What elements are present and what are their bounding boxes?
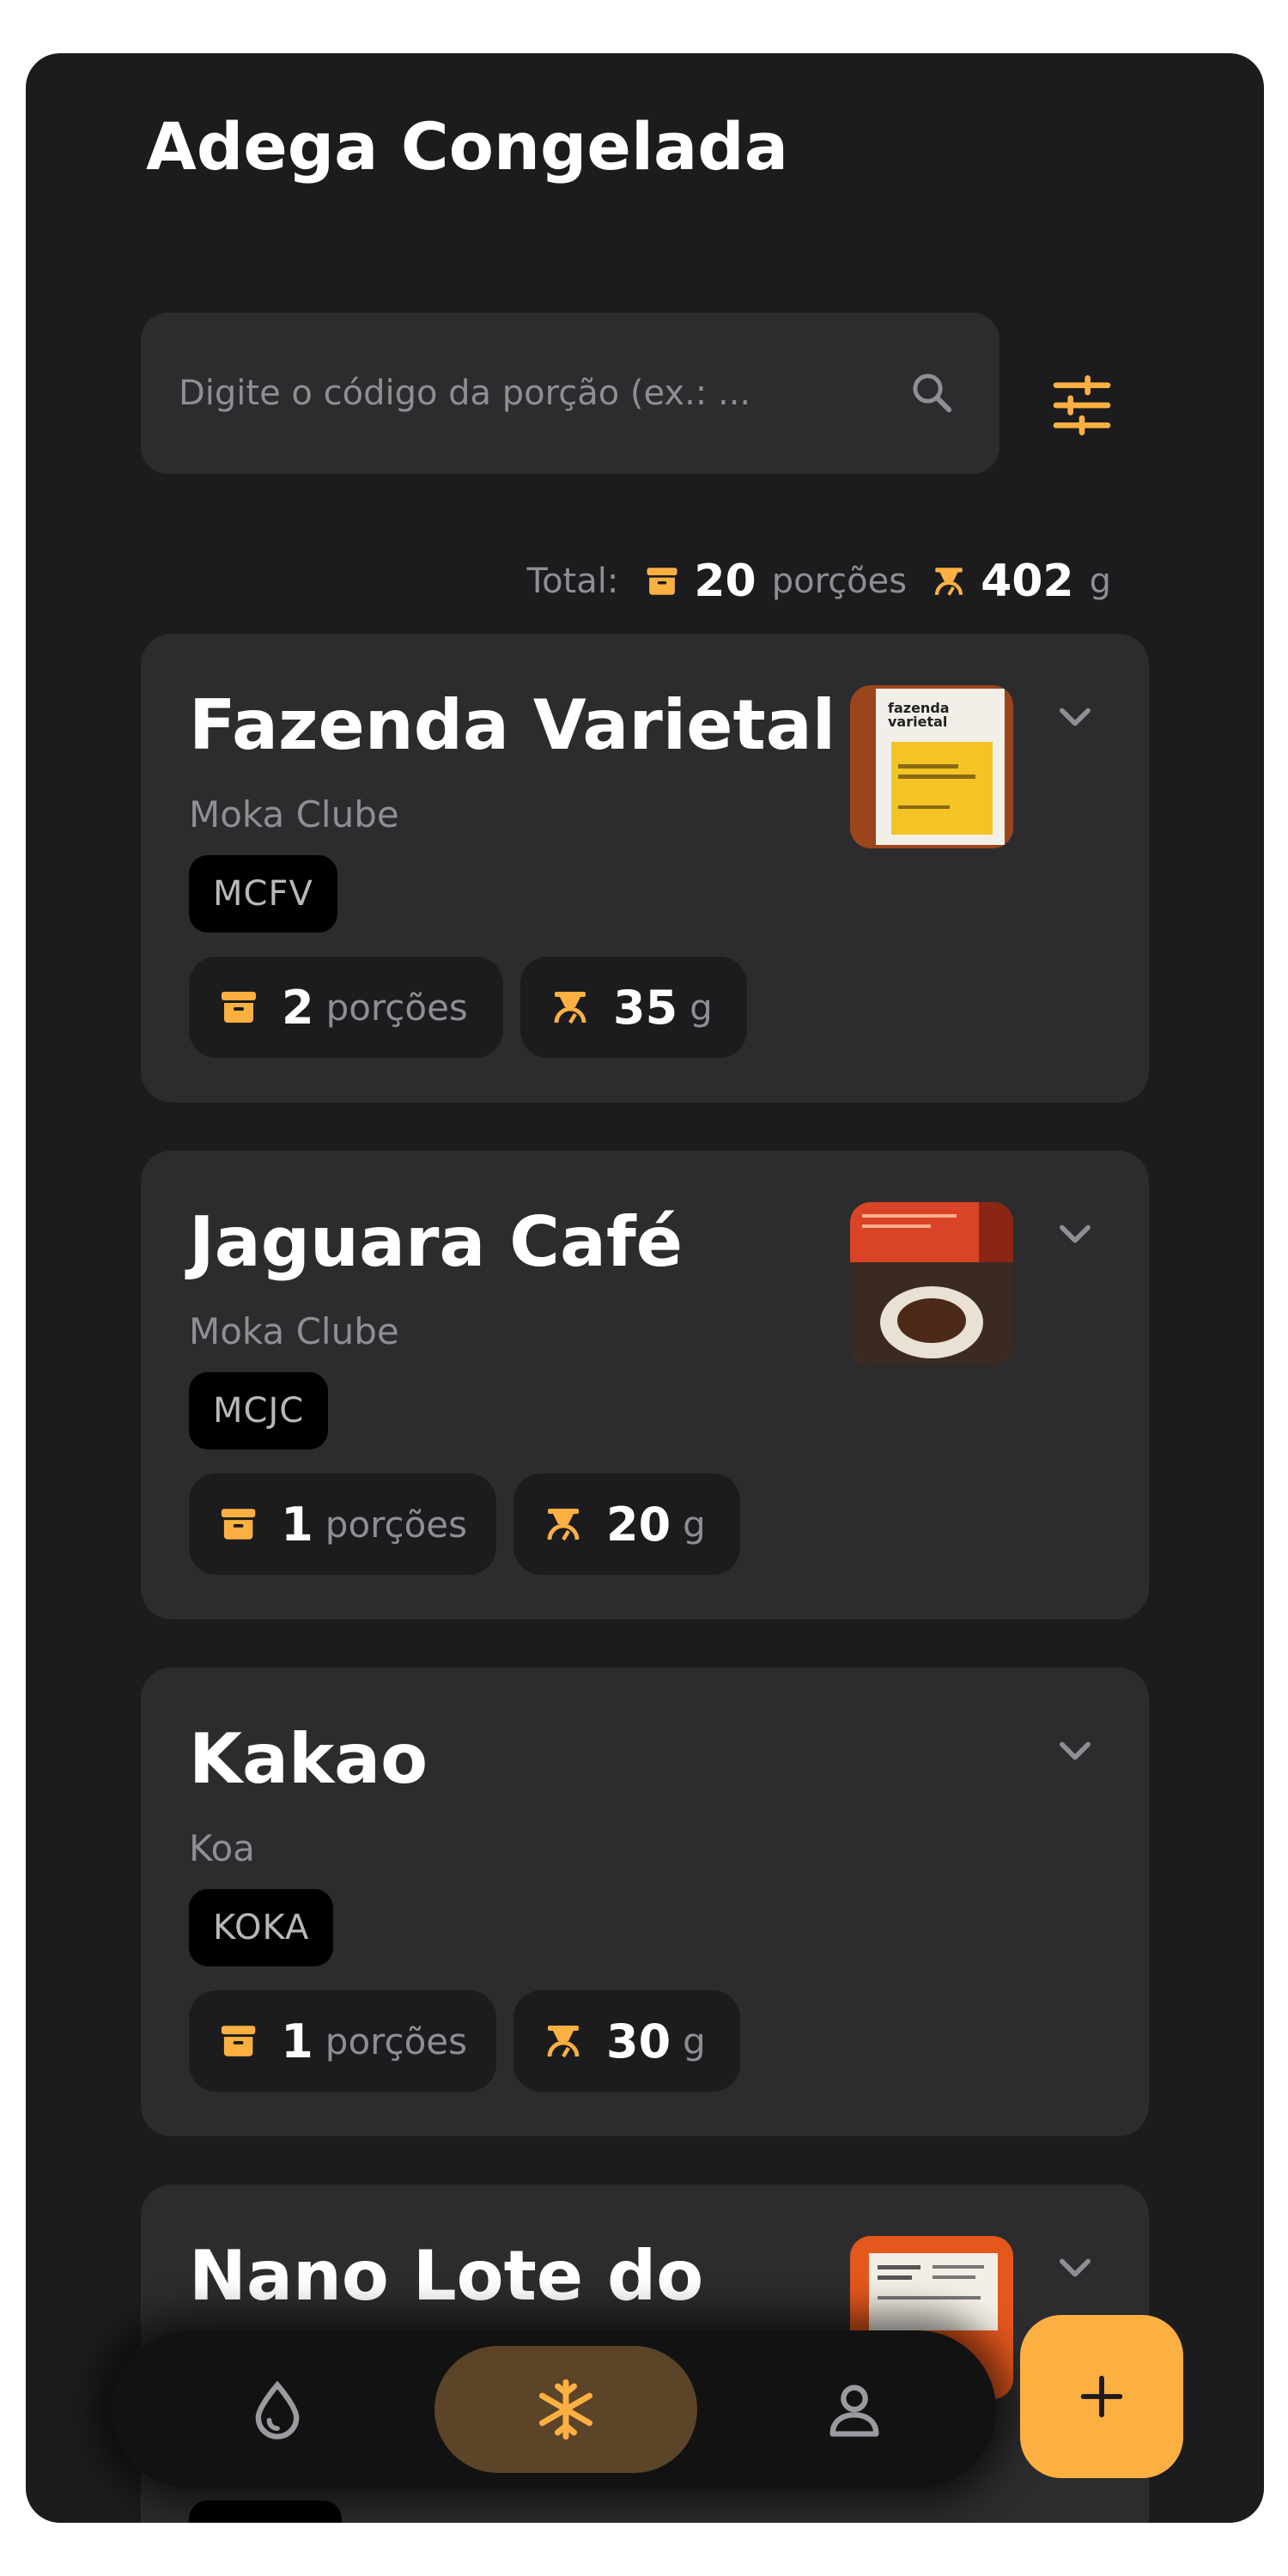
- portions-count: 1: [281, 2014, 313, 2069]
- search-bar[interactable]: [141, 313, 999, 474]
- grams-unit: g: [683, 1503, 706, 1546]
- chevron-down-icon[interactable]: [1053, 2245, 1097, 2289]
- total-grams: 402: [981, 556, 1074, 607]
- coffee-name: Fazenda Varietal: [189, 685, 836, 765]
- portions-unit: porções: [325, 2020, 467, 2063]
- grams-unit: g: [683, 2020, 706, 2063]
- grams-count: 20: [606, 1497, 671, 1552]
- nav-item-profile[interactable]: [723, 2346, 986, 2473]
- portions-unit: porções: [325, 1503, 467, 1546]
- grams-unit: g: [690, 986, 713, 1029]
- portion-code: MCFV: [189, 855, 337, 933]
- page-title: Adega Congelada: [146, 108, 788, 185]
- filter-sliders-icon[interactable]: [1048, 371, 1116, 440]
- portions-pill: 1 porções: [189, 1990, 496, 2092]
- bag-label-line2: varietal: [888, 714, 947, 730]
- bottom-nav: [112, 2330, 996, 2488]
- coffee-bag-photo: fazenda varietal: [850, 685, 1013, 848]
- roaster-name: Moka Clube: [189, 793, 399, 835]
- portions-unit: porções: [325, 986, 468, 1029]
- scale-icon: [554, 992, 586, 1024]
- portion-code: MCJC: [189, 1372, 329, 1449]
- portions-pill: 2 porções: [189, 957, 503, 1058]
- search-input[interactable]: [177, 373, 884, 414]
- roaster-name: Moka Clube: [189, 1310, 399, 1352]
- chevron-down-icon[interactable]: [1053, 1728, 1097, 1772]
- total-portions-unit: porções: [771, 562, 908, 601]
- portions-pill: 1 porções: [189, 1473, 496, 1575]
- coffee-card[interactable]: Kakao Koa KOKA 1 porções 30 g: [141, 1668, 1149, 2136]
- nav-item-drop[interactable]: [146, 2346, 409, 2473]
- archive-box-icon: [222, 992, 256, 1023]
- scale-icon: [547, 2026, 580, 2058]
- portions-count: 2: [282, 980, 314, 1035]
- chevron-down-icon[interactable]: [1053, 694, 1097, 738]
- nav-item-freezer[interactable]: [434, 2346, 697, 2473]
- portion-code: [189, 2500, 342, 2523]
- app-screen: Adega Congelada Total: 20 porções 402: [26, 53, 1264, 2523]
- coffee-card[interactable]: Jaguara Café Moka Clube MCJC 1 porções 2…: [141, 1151, 1149, 1619]
- coffee-name: Kakao: [189, 1719, 428, 1799]
- grams-count: 30: [606, 2014, 671, 2069]
- snowflake-icon: [538, 2379, 593, 2440]
- coffee-name: Nano Lote do: [189, 2236, 704, 2316]
- scale-icon: [934, 568, 963, 596]
- grams-count: 35: [613, 980, 678, 1035]
- plus-icon: [1080, 2375, 1123, 2418]
- grams-pill: 20 g: [513, 1473, 740, 1575]
- coffee-card[interactable]: Fazenda Varietal Moka Clube MCFV 2 porçõ…: [141, 634, 1149, 1103]
- scale-icon: [547, 1509, 580, 1541]
- coffee-bag-photo: [850, 1202, 1013, 1365]
- person-icon: [829, 2385, 879, 2437]
- portion-code: KOKA: [189, 1889, 334, 1966]
- chevron-down-icon[interactable]: [1053, 1211, 1097, 1255]
- add-portion-button[interactable]: [1020, 2315, 1183, 2478]
- total-portions: 20: [694, 556, 756, 607]
- totals-summary: Total: 20 porções 402 g: [526, 543, 1111, 620]
- grams-pill: 30 g: [513, 1990, 740, 2092]
- grams-pill: 35 g: [520, 957, 747, 1058]
- portions-count: 1: [281, 1497, 313, 1552]
- drop-icon: [255, 2380, 300, 2439]
- total-grams-unit: g: [1089, 562, 1111, 601]
- archive-box-icon: [221, 1509, 256, 1540]
- coffee-name: Jaguara Café: [189, 1202, 683, 1282]
- totals-label: Total:: [526, 562, 619, 601]
- search-icon[interactable]: [908, 369, 955, 416]
- archive-box-icon: [647, 568, 677, 595]
- archive-box-icon: [221, 2026, 256, 2057]
- roaster-name: Koa: [189, 1827, 255, 1869]
